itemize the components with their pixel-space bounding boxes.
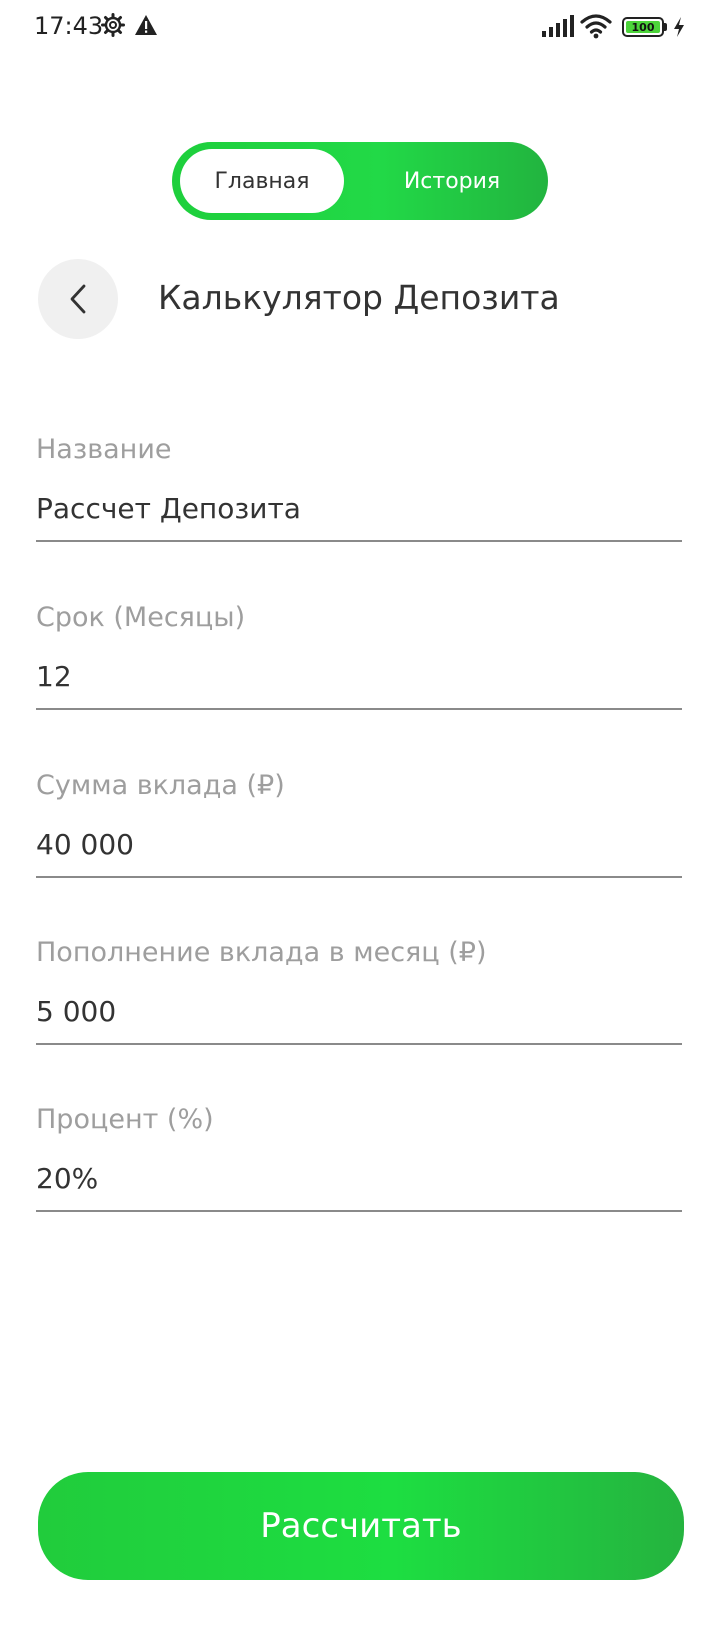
monthly-topup-input[interactable]: [36, 993, 682, 1031]
wifi-icon: [580, 14, 612, 39]
tab-switcher: Главная История: [172, 142, 548, 220]
status-bar: 17:43 100: [0, 0, 720, 54]
page-title: Калькулятор Депозита: [158, 278, 560, 317]
interest-rate-field: Процент (%): [36, 1102, 682, 1212]
deposit-amount-label: Сумма вклада (₽): [36, 770, 285, 801]
name-field-label: Название: [36, 434, 172, 465]
interest-rate-underline: [36, 1210, 682, 1212]
deposit-amount-input[interactable]: [36, 826, 682, 864]
term-field: Срок (Месяцы): [36, 600, 682, 710]
back-button[interactable]: [38, 259, 118, 339]
monthly-topup-field: Пополнение вклада в месяц (₽): [36, 935, 682, 1045]
cellular-signal-icon: [542, 15, 574, 37]
charging-bolt-icon: [674, 17, 684, 37]
deposit-amount-underline: [36, 876, 682, 878]
term-field-underline: [36, 708, 682, 710]
calculate-button[interactable]: Рассчитать: [38, 1472, 684, 1580]
term-field-label: Срок (Месяцы): [36, 602, 246, 633]
name-field-underline: [36, 540, 682, 542]
warning-icon: [135, 15, 157, 35]
tab-history[interactable]: История: [372, 149, 532, 213]
tab-home[interactable]: Главная: [180, 149, 344, 213]
monthly-topup-label: Пополнение вклада в месяц (₽): [36, 937, 487, 968]
monthly-topup-underline: [36, 1043, 682, 1045]
chevron-left-icon: [70, 284, 86, 314]
term-input[interactable]: [36, 658, 682, 696]
name-field: Название: [36, 432, 682, 542]
name-input[interactable]: [36, 490, 682, 528]
status-time: 17:43: [34, 12, 104, 40]
interest-rate-input[interactable]: [36, 1160, 682, 1198]
deposit-amount-field: Сумма вклада (₽): [36, 768, 682, 878]
interest-rate-label: Процент (%): [36, 1104, 214, 1135]
battery-level: 100: [626, 21, 660, 34]
battery-icon: 100: [622, 17, 668, 37]
gear-icon: [101, 13, 125, 37]
